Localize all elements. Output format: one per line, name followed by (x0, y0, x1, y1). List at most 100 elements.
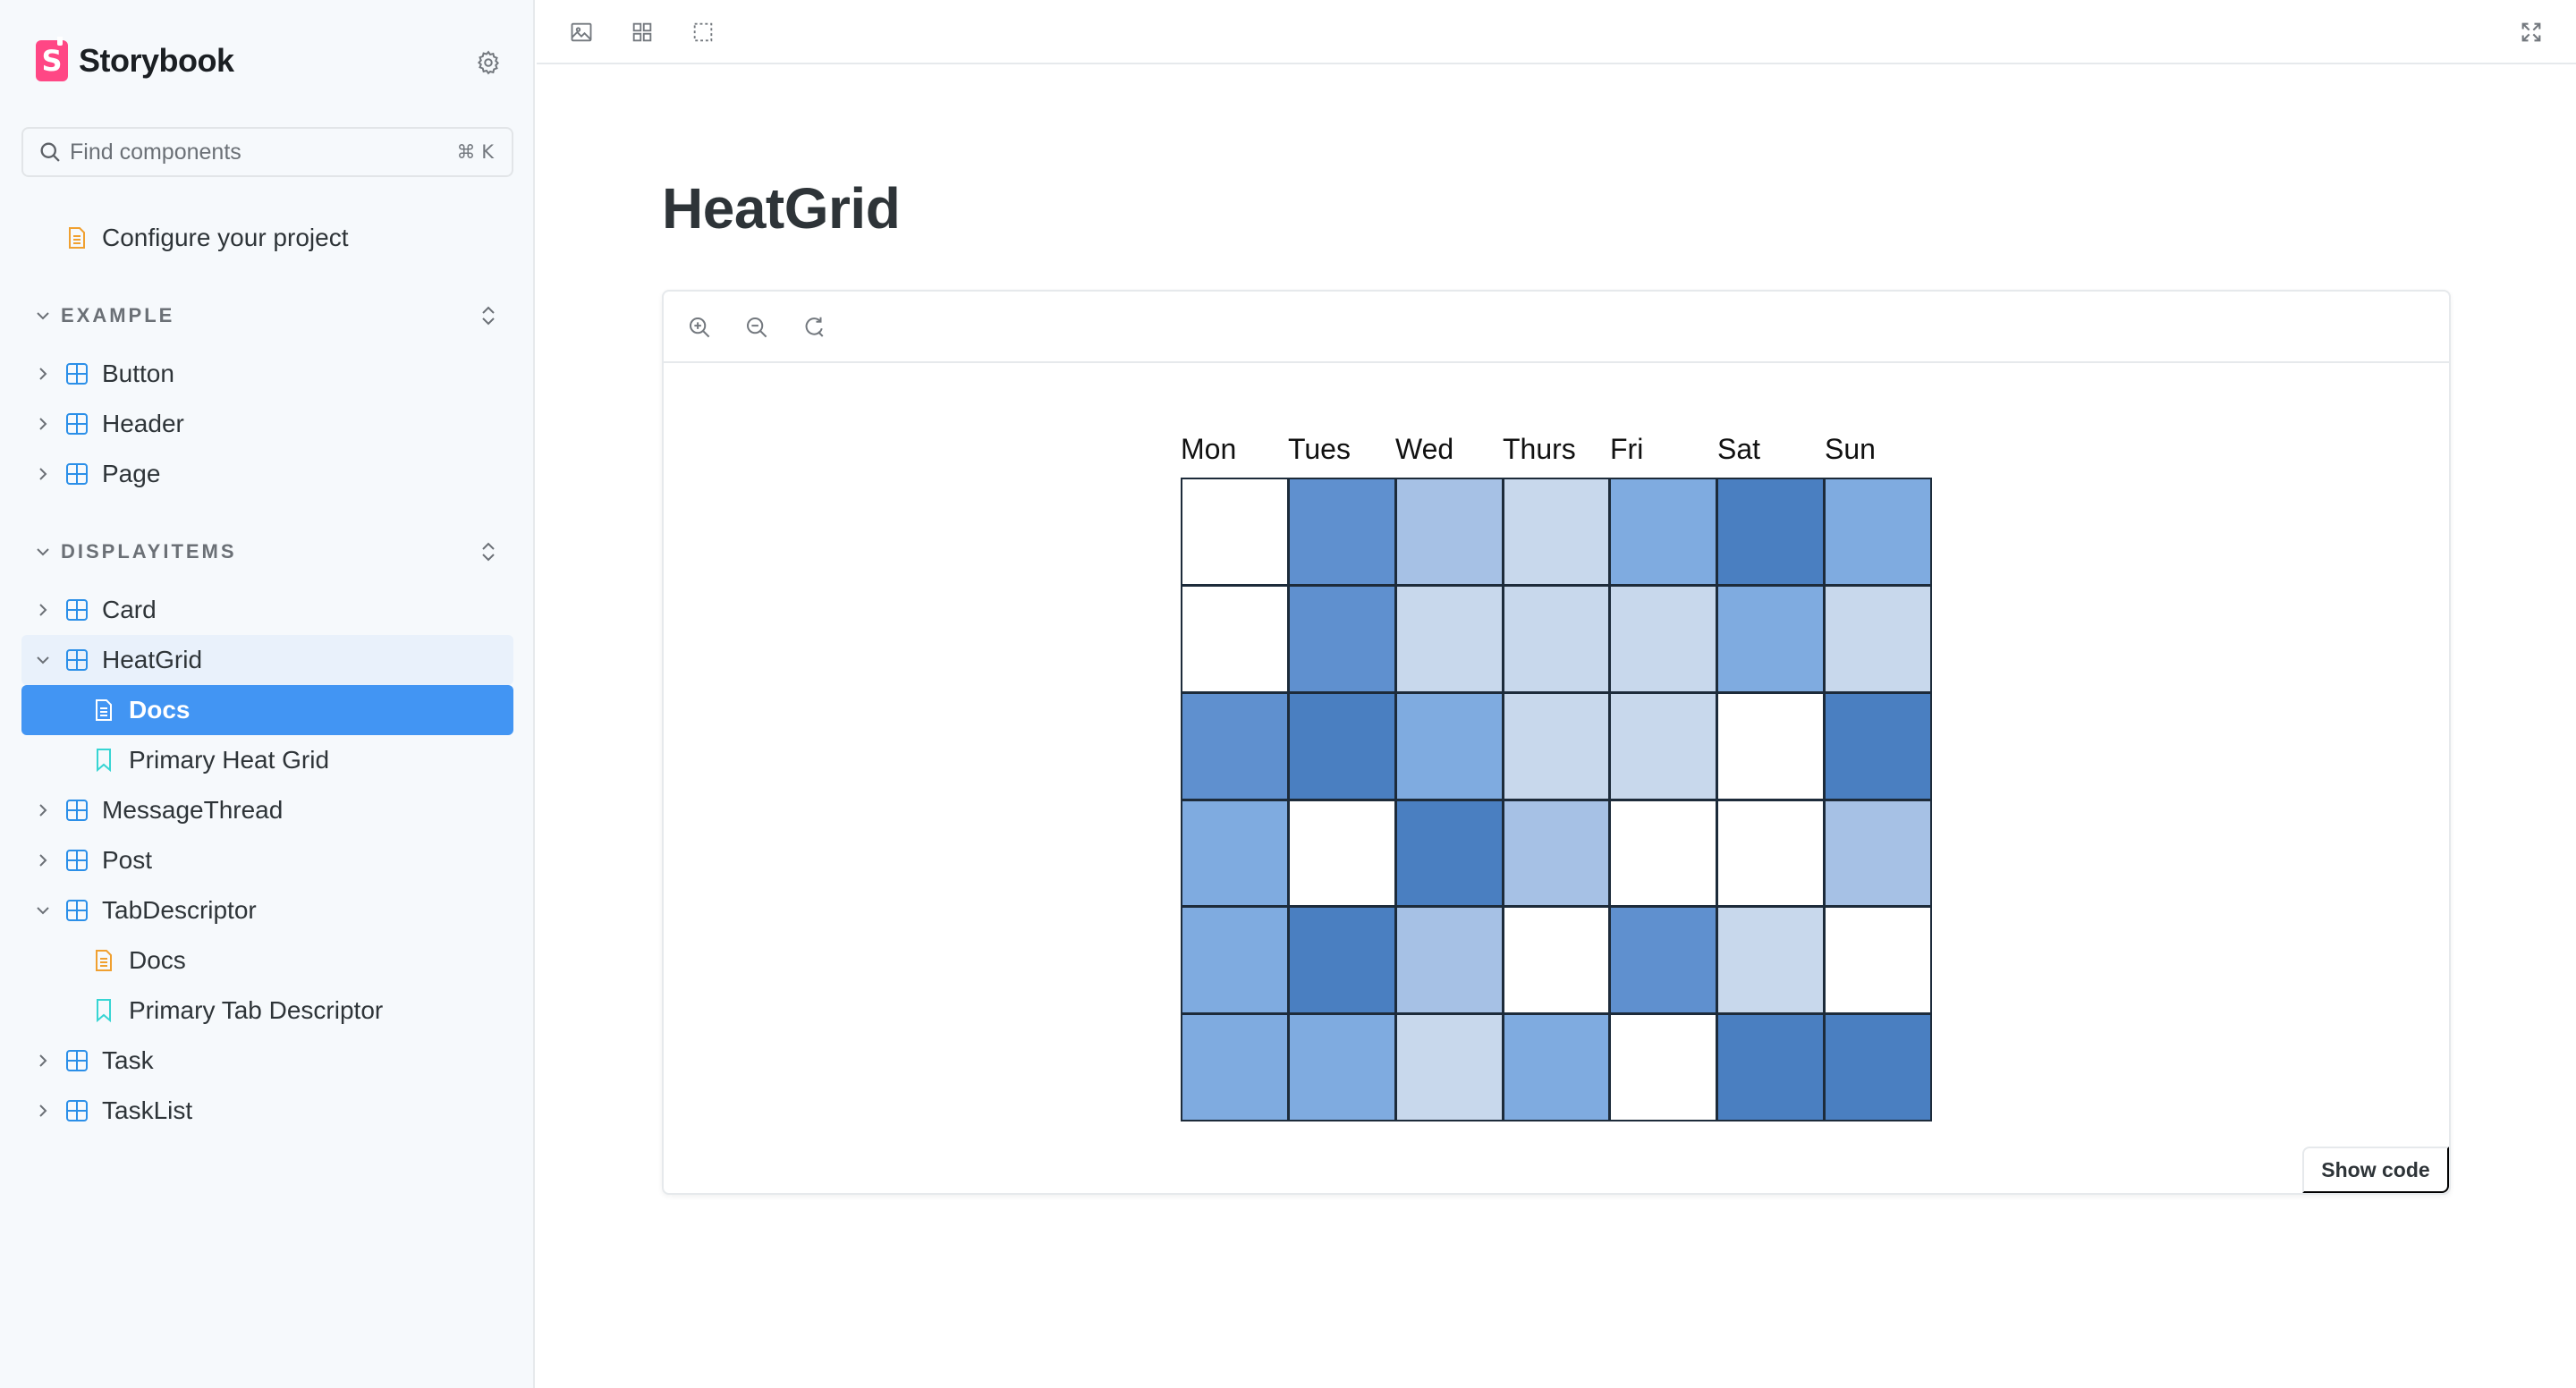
heat-cell (1289, 800, 1394, 906)
day-label: Wed (1395, 433, 1454, 465)
heat-cell (1611, 586, 1716, 691)
sidebar-item-post[interactable]: Post (21, 835, 513, 885)
show-code-button[interactable]: Show code (2302, 1147, 2449, 1193)
expand-collapse-icon[interactable] (476, 539, 501, 564)
heat-cell (1611, 693, 1716, 799)
heat-cell (1289, 479, 1394, 584)
document-icon (91, 948, 116, 973)
heat-cell (1718, 800, 1824, 906)
heat-cell (1718, 908, 1824, 1013)
storybook-logo[interactable]: S Storybook (36, 37, 234, 82)
heat-grid-cells (1181, 478, 1932, 1121)
search-icon (40, 142, 60, 162)
heat-cell (1718, 693, 1824, 799)
component-icon (64, 798, 89, 823)
day-label: Sat (1717, 433, 1761, 465)
component-icon (64, 361, 89, 386)
sidebar-item-header[interactable]: Header (21, 399, 513, 449)
heat-cell (1289, 693, 1394, 799)
sidebar-item-card[interactable]: Card (21, 585, 513, 635)
heat-cell (1718, 1015, 1824, 1120)
sidebar: S Storybook ⌘ K Configure your project E… (0, 0, 535, 1388)
heat-cell (1396, 1015, 1502, 1120)
heat-cell (1289, 908, 1394, 1013)
chevron-right-icon (32, 1100, 54, 1121)
chevron-right-icon (32, 800, 54, 821)
search-input[interactable] (70, 139, 428, 165)
sidebar-item-heatgrid-docs[interactable]: Docs (21, 685, 513, 735)
sidebar-item-task[interactable]: Task (21, 1036, 513, 1086)
heat-cell (1396, 479, 1502, 584)
reset-zoom-icon[interactable] (798, 311, 830, 343)
document-icon (64, 225, 89, 250)
chevron-down-icon (32, 541, 54, 563)
sidebar-item-label: Configure your project (102, 224, 349, 251)
component-icon (64, 647, 89, 673)
component-icon (64, 411, 89, 436)
heat-cell (1182, 479, 1287, 584)
heat-cell (1396, 586, 1502, 691)
preview-toolbar (664, 292, 2449, 363)
zoom-in-icon[interactable] (683, 311, 716, 343)
heat-cell (1718, 586, 1824, 691)
heat-cell (1182, 1015, 1287, 1120)
canvas-toolbar (537, 0, 2576, 64)
heat-cell (1504, 1015, 1609, 1120)
heat-cell (1396, 800, 1502, 906)
sidebar-item-messagethread[interactable]: MessageThread (21, 785, 513, 835)
sidebar-item-heatgrid[interactable]: HeatGrid (21, 635, 513, 685)
chevron-right-icon (32, 599, 54, 621)
heat-cell (1826, 800, 1930, 906)
sidebar-item-primary-tab-descriptor[interactable]: Primary Tab Descriptor (21, 986, 513, 1036)
image-icon[interactable] (565, 16, 597, 48)
chevron-down-icon (32, 305, 54, 326)
settings-gear-icon[interactable] (470, 45, 506, 80)
heat-cell (1182, 800, 1287, 906)
outline-icon[interactable] (687, 16, 719, 48)
sidebar-item-button[interactable]: Button (21, 349, 513, 399)
zoom-out-icon[interactable] (741, 311, 773, 343)
storybook-logo-icon: S (36, 37, 68, 81)
sidebar-item-primary-heat-grid[interactable]: Primary Heat Grid (21, 735, 513, 785)
section-header-example[interactable]: EXAMPLE (21, 291, 513, 341)
search-box[interactable]: ⌘ K (21, 127, 513, 177)
document-icon (91, 698, 116, 723)
heat-cell (1504, 586, 1609, 691)
sidebar-item-tasklist[interactable]: TaskList (21, 1086, 513, 1136)
fullscreen-icon[interactable] (2515, 16, 2547, 48)
heat-cell (1289, 1015, 1394, 1120)
heat-cell (1611, 479, 1716, 584)
grid-icon[interactable] (626, 16, 658, 48)
chevron-right-icon (32, 363, 54, 385)
heat-cell (1504, 908, 1609, 1013)
component-icon (64, 1098, 89, 1123)
heat-cell (1182, 586, 1287, 691)
sidebar-item-page[interactable]: Page (21, 449, 513, 499)
day-label: Sun (1825, 433, 1876, 465)
heat-cell (1611, 1015, 1716, 1120)
sidebar-item-tabdescriptor[interactable]: TabDescriptor (21, 885, 513, 935)
sidebar-item-configure[interactable]: Configure your project (21, 213, 513, 263)
chevron-down-icon (32, 900, 54, 921)
app-name: Storybook (79, 42, 234, 79)
chevron-right-icon (32, 850, 54, 871)
heat-cell (1611, 908, 1716, 1013)
chevron-right-icon (32, 413, 54, 435)
section-header-displayitems[interactable]: DISPLAYITEMS (21, 527, 513, 577)
page-title: HeatGrid (662, 176, 901, 241)
heat-cell (1826, 908, 1930, 1013)
heat-cell (1504, 800, 1609, 906)
heat-cell (1504, 693, 1609, 799)
component-icon (64, 898, 89, 923)
component-icon (64, 1048, 89, 1073)
heat-cell (1289, 586, 1394, 691)
component-icon (64, 597, 89, 622)
component-icon (64, 848, 89, 873)
heat-cell (1826, 586, 1930, 691)
component-icon (64, 461, 89, 487)
expand-collapse-icon[interactable] (476, 303, 501, 328)
heat-cell (1826, 1015, 1930, 1120)
heat-cell (1396, 693, 1502, 799)
day-label: Thurs (1503, 433, 1576, 465)
sidebar-item-tabdescriptor-docs[interactable]: Docs (21, 935, 513, 986)
